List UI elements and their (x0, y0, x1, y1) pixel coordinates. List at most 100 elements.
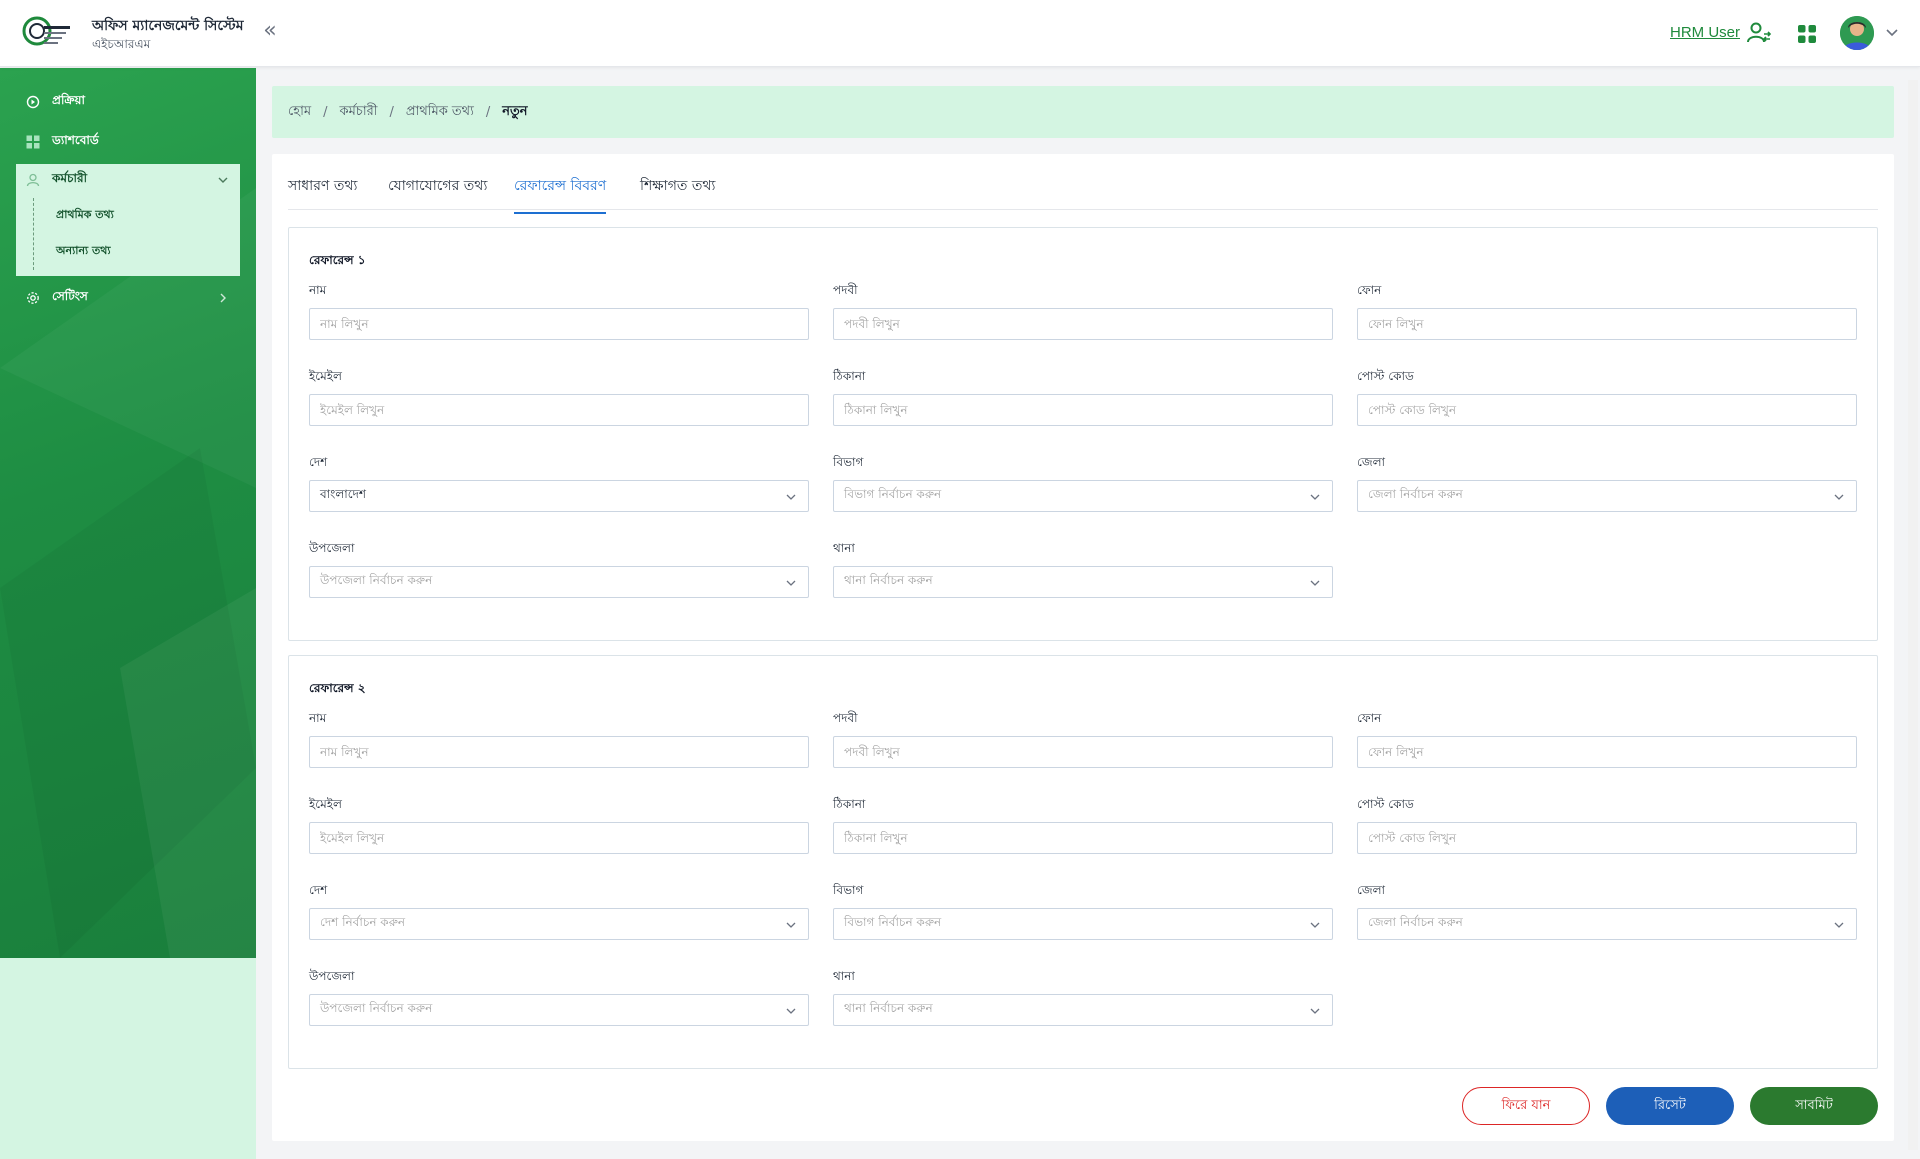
upazila-select[interactable]: উপজেলা নির্বাচন করুন (309, 994, 809, 1026)
sidebar-group-employee: কর্মচারী প্রাথমিক তথ্য অন্যান্য তথ্য (16, 164, 240, 276)
user-switch-icon[interactable] (1746, 20, 1772, 46)
district-label: জেলা (1357, 883, 1386, 897)
email-input[interactable] (309, 822, 809, 854)
sidebar-item-employee[interactable]: কর্মচারী (16, 164, 240, 196)
upazila-select-placeholder: উপজেলা নির্বাচন করুন (320, 573, 433, 587)
thana-select[interactable]: থানা নির্বাচন করুন (833, 566, 1333, 598)
district-select-placeholder: জেলা নির্বাচন করুন (1368, 915, 1463, 929)
submit-button[interactable]: সাবমিট (1750, 1087, 1878, 1125)
reference-section-1: রেফারেন্স ১ নাম পদবী ফোন ইমেইল ঠিকানা পো… (288, 227, 1878, 641)
country-select-value: বাংলাদেশ (320, 487, 366, 501)
designation-input[interactable] (833, 736, 1333, 768)
sidebar-item-label: কর্মচারী (52, 171, 88, 185)
tab-reference-details[interactable]: রেফারেন্স বিবরণ (514, 174, 607, 214)
designation-input[interactable] (833, 308, 1333, 340)
sidebar-item-process[interactable]: প্রক্রিয়া (16, 86, 240, 118)
sidebar-subitem-basic-info[interactable]: প্রাথমিক তথ্য (56, 206, 114, 225)
sidebar-item-dashboard[interactable]: ড্যাশবোর্ড (16, 126, 240, 158)
sidebar-subitem-other-info[interactable]: অন্যান্য তথ্য (56, 242, 111, 261)
breadcrumb: হোম / কর্মচারী / প্রাথমিক তথ্য / নতুন (272, 86, 1894, 138)
email-input[interactable] (309, 394, 809, 426)
sidebar-collapse-button[interactable]: « (258, 20, 282, 44)
country-select[interactable]: দেশ নির্বাচন করুন (309, 908, 809, 940)
district-select[interactable]: জেলা নির্বাচন করুন (1357, 908, 1857, 940)
postcode-label: পোস্ট কোড (1357, 369, 1414, 383)
division-label: বিভাগ (833, 455, 864, 469)
tab-general-info[interactable]: সাধারণ তথ্য (288, 174, 357, 212)
chevron-down-icon (1310, 1008, 1320, 1014)
division-select-placeholder: বিভাগ নির্বাচন করুন (844, 487, 942, 501)
name-label: নাম (309, 283, 327, 297)
sidebar-item-label: প্রক্রিয়া (52, 93, 85, 107)
upazila-label: উপজেলা (309, 969, 355, 983)
upazila-select-placeholder: উপজেলা নির্বাচন করুন (320, 1001, 433, 1015)
avatar-person-icon (1840, 16, 1874, 50)
chevron-down-icon (1834, 922, 1844, 928)
reset-button[interactable]: রিসেট (1606, 1087, 1734, 1125)
app-subtitle: এইচআরএম (92, 37, 151, 51)
app-title: অফিস ম্যানেজমেন্ট সিস্টেম (92, 18, 244, 34)
chevron-right-icon[interactable] (216, 291, 230, 305)
breadcrumb-separator: / (323, 104, 328, 120)
user-avatar[interactable] (1840, 16, 1874, 50)
sidebar-item-settings[interactable]: সেটিংস (16, 282, 240, 314)
hrm-user-link[interactable]: HRM User (1670, 24, 1740, 41)
apps-grid-icon[interactable] (1797, 24, 1817, 44)
sidebar: প্রক্রিয়া ড্যাশবোর্ড কর্মচারী প্রাথমিক … (0, 68, 256, 958)
page-scrollbar[interactable] (1908, 80, 1918, 1150)
thana-select[interactable]: থানা নির্বাচন করুন (833, 994, 1333, 1026)
phone-input[interactable] (1357, 308, 1857, 340)
address-label: ঠিকানা (833, 797, 866, 811)
district-select-placeholder: জেলা নির্বাচন করুন (1368, 487, 1463, 501)
tab-education-info[interactable]: শিক্ষাগত তথ্য (640, 174, 715, 212)
name-input[interactable] (309, 736, 809, 768)
upazila-label: উপজেলা (309, 541, 355, 555)
form-tabs: সাধারণ তথ্য যোগাযোগের তথ্য রেফারেন্স বিব… (288, 154, 1878, 214)
district-select[interactable]: জেলা নির্বাচন করুন (1357, 480, 1857, 512)
thana-label: থানা (833, 541, 855, 555)
breadcrumb-home[interactable]: হোম (288, 102, 311, 123)
settings-icon (24, 289, 42, 307)
breadcrumb-separator: / (389, 104, 394, 120)
chevron-down-icon (786, 494, 796, 500)
postcode-input[interactable] (1357, 394, 1857, 426)
reference-form-card: সাধারণ তথ্য যোগাযোগের তথ্য রেফারেন্স বিব… (272, 154, 1894, 1141)
chevron-down-icon[interactable] (1884, 24, 1900, 40)
breadcrumb-employee[interactable]: কর্মচারী (339, 102, 377, 123)
chevron-down-icon (1310, 580, 1320, 586)
country-select[interactable]: বাংলাদেশ (309, 480, 809, 512)
thana-label: থানা (833, 969, 855, 983)
postcode-input[interactable] (1357, 822, 1857, 854)
sidebar-item-label: সেটিংস (52, 289, 88, 303)
email-label: ইমেইল (309, 797, 342, 811)
breadcrumb-basic-info[interactable]: প্রাথমিক তথ্য (406, 102, 474, 123)
employee-icon (24, 171, 42, 189)
address-input[interactable] (833, 822, 1333, 854)
reference-title: রেফারেন্স ২ (309, 681, 366, 695)
phone-label: ফোন (1357, 711, 1382, 725)
upazila-select[interactable]: উপজেলা নির্বাচন করুন (309, 566, 809, 598)
back-button[interactable]: ফিরে যান (1462, 1087, 1590, 1125)
name-input[interactable] (309, 308, 809, 340)
phone-input[interactable] (1357, 736, 1857, 768)
division-select-placeholder: বিভাগ নির্বাচন করুন (844, 915, 942, 929)
submenu-guide-line (33, 198, 34, 270)
division-select[interactable]: বিভাগ নির্বাচন করুন (833, 908, 1333, 940)
district-label: জেলা (1357, 455, 1386, 469)
sidebar-footer-area (0, 958, 256, 1159)
chevron-down-icon (786, 580, 796, 586)
designation-label: পদবী (833, 711, 858, 725)
division-label: বিভাগ (833, 883, 864, 897)
address-input[interactable] (833, 394, 1333, 426)
country-label: দেশ (309, 883, 328, 897)
chevron-down-icon (786, 1008, 796, 1014)
tab-contact-info[interactable]: যোগাযোগের তথ্য (388, 174, 487, 212)
chevron-down-icon[interactable] (216, 173, 230, 187)
name-label: নাম (309, 711, 327, 725)
sidebar-item-label: ড্যাশবোর্ড (52, 133, 99, 147)
designation-label: পদবী (833, 283, 858, 297)
country-select-placeholder: দেশ নির্বাচন করুন (320, 915, 406, 929)
chevron-down-icon (1834, 494, 1844, 500)
division-select[interactable]: বিভাগ নির্বাচন করুন (833, 480, 1333, 512)
address-label: ঠিকানা (833, 369, 866, 383)
